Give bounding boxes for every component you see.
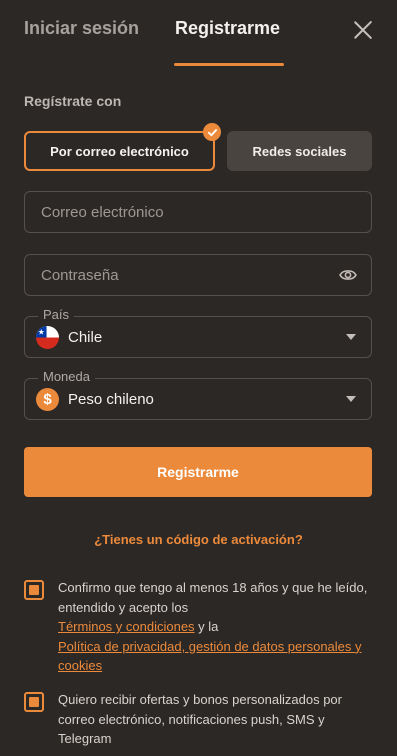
consent-marketing-text: Quiero recibir ofertas y bonos personali… — [58, 692, 342, 746]
chile-flag-icon — [36, 326, 59, 349]
chevron-down-icon — [346, 334, 356, 340]
country-value: Chile — [68, 329, 103, 346]
check-icon — [203, 123, 221, 141]
activation-code-link[interactable]: ¿Tienes un código de activación? — [0, 532, 397, 547]
currency-legend: Moneda — [38, 369, 95, 384]
method-email-button[interactable]: Por correo electrónico — [24, 123, 221, 171]
consent-connector: y la — [194, 619, 219, 634]
consent-age-checkbox[interactable] — [24, 580, 44, 600]
consent-age-statement: Confirmo que tengo al menos 18 años y qu… — [58, 580, 368, 615]
close-icon[interactable] — [351, 18, 375, 42]
email-field[interactable]: Correo electrónico — [24, 191, 372, 233]
country-legend: País — [38, 307, 75, 322]
privacy-link[interactable]: Política de privacidad, gestión de datos… — [58, 639, 362, 674]
tab-register[interactable]: Registrarme — [175, 18, 280, 39]
register-submit-button[interactable]: Registrarme — [24, 447, 372, 497]
currency-select[interactable]: $ Peso chileno — [24, 378, 372, 420]
active-tab-indicator — [174, 63, 284, 66]
eye-icon[interactable] — [339, 268, 357, 282]
email-placeholder: Correo electrónico — [41, 204, 164, 221]
terms-link[interactable]: Términos y condiciones — [58, 619, 195, 634]
consent-age-text: Confirmo que tengo al menos 18 años y qu… — [58, 578, 372, 676]
chevron-down-icon — [346, 396, 356, 402]
password-field[interactable]: Contraseña — [24, 254, 372, 296]
coin-icon: $ — [36, 388, 59, 411]
tab-login[interactable]: Iniciar sesión — [24, 18, 139, 39]
consent-marketing-row: Quiero recibir ofertas y bonos personali… — [24, 690, 372, 749]
consent-marketing-checkbox[interactable] — [24, 692, 44, 712]
register-with-label: Regístrate con — [24, 93, 122, 109]
currency-value: Peso chileno — [68, 391, 154, 408]
auth-tabs: Iniciar sesión Registrarme — [0, 0, 397, 66]
method-social-button[interactable]: Redes sociales — [227, 131, 372, 171]
method-email-label: Por correo electrónico — [50, 143, 189, 159]
password-placeholder: Contraseña — [41, 267, 119, 284]
country-select[interactable]: Chile — [24, 316, 372, 358]
consent-age-row: Confirmo que tengo al menos 18 años y qu… — [24, 578, 372, 676]
method-social-label: Redes sociales — [252, 143, 347, 159]
